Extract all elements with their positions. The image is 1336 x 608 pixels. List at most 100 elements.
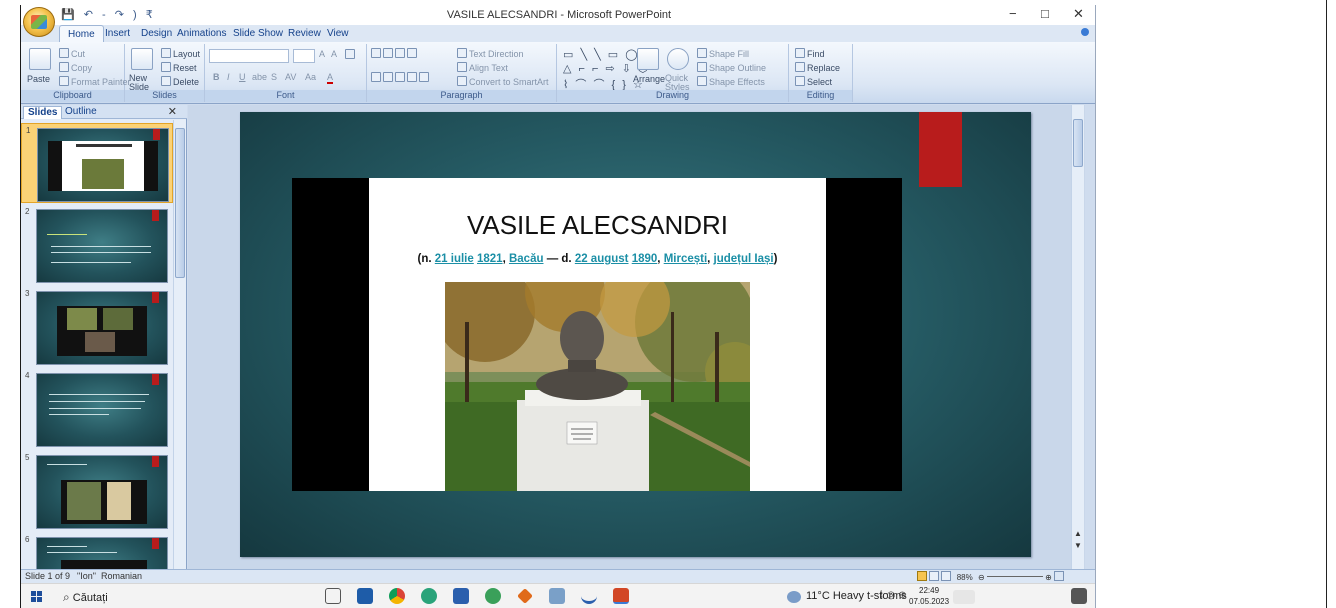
link-death-year[interactable]: 1890 bbox=[632, 253, 658, 265]
format-painter-button[interactable]: Format Painter bbox=[59, 76, 131, 87]
slide-scrollbar[interactable]: ▲ ▼ bbox=[1071, 105, 1084, 569]
shrink-font-button[interactable]: A bbox=[331, 49, 337, 59]
arrange-button[interactable]: Arrange bbox=[633, 74, 665, 84]
align-text-button[interactable]: Align Text bbox=[457, 62, 508, 73]
layout-button[interactable]: Layout bbox=[161, 48, 200, 59]
slide-subtitle[interactable]: (n. 21 iulie 1821, Bacău — d. 22 august … bbox=[369, 253, 826, 265]
cut-button[interactable]: Cut bbox=[59, 48, 85, 59]
copy-button[interactable]: Copy bbox=[59, 62, 92, 73]
edge-icon[interactable] bbox=[485, 588, 501, 604]
select-button[interactable]: Select bbox=[795, 76, 832, 87]
file-explorer-icon[interactable] bbox=[549, 588, 565, 604]
tab-review[interactable]: Review bbox=[288, 28, 321, 39]
replace-button[interactable]: Replace bbox=[795, 62, 840, 73]
current-slide[interactable]: VASILE ALECSANDRI (n. 21 iulie 1821, Bac… bbox=[240, 112, 1031, 557]
chrome-icon[interactable] bbox=[389, 588, 405, 604]
slide-number: 1 bbox=[26, 126, 31, 135]
close-button[interactable]: ✕ bbox=[1073, 6, 1084, 22]
pane-scroll-thumb[interactable] bbox=[175, 128, 185, 278]
next-slide-icon[interactable]: ▼ bbox=[1074, 541, 1082, 550]
char-spacing-button[interactable]: AV bbox=[285, 72, 296, 82]
link-death-place[interactable]: Mircești bbox=[664, 253, 707, 265]
text-direction-button[interactable]: Text Direction bbox=[457, 48, 524, 59]
zoom-level[interactable]: 88% bbox=[957, 573, 973, 582]
find-button[interactable]: Find bbox=[795, 48, 825, 59]
bullets-icon[interactable] bbox=[371, 48, 419, 59]
zoom-out-icon[interactable]: ⊖ bbox=[978, 573, 985, 582]
meet-icon[interactable] bbox=[421, 588, 437, 604]
pane-scrollbar[interactable] bbox=[173, 120, 186, 569]
office-button[interactable] bbox=[23, 7, 55, 37]
slide-thumbnail-3[interactable]: 3 bbox=[21, 287, 173, 367]
weather-icon[interactable] bbox=[787, 591, 801, 603]
word-icon[interactable] bbox=[453, 588, 469, 604]
link-birth-year[interactable]: 1821 bbox=[477, 253, 503, 265]
sorter-view-icon[interactable] bbox=[929, 571, 940, 581]
normal-view-icon[interactable] bbox=[917, 571, 927, 581]
grow-font-button[interactable]: A bbox=[319, 49, 325, 59]
align-icons[interactable] bbox=[371, 72, 431, 83]
slideshow-view-icon[interactable] bbox=[941, 571, 952, 581]
paste-button[interactable]: Paste bbox=[27, 74, 50, 84]
shape-outline-button[interactable]: Shape Outline bbox=[697, 62, 766, 73]
arrange-icon bbox=[637, 48, 659, 70]
font-name-combo[interactable] bbox=[209, 49, 289, 63]
taskbar-search[interactable]: ⌕ Căutați bbox=[63, 587, 243, 606]
bust-photo[interactable] bbox=[445, 282, 750, 491]
notification-thumb[interactable] bbox=[953, 590, 975, 604]
italic-button[interactable]: I bbox=[227, 72, 230, 82]
strikethrough-button[interactable]: abe bbox=[252, 72, 267, 82]
link-county[interactable]: județul Iași bbox=[714, 253, 774, 265]
minimize-button[interactable]: − bbox=[1009, 6, 1017, 21]
slide-thumbnail-1[interactable]: 1 bbox=[21, 123, 173, 203]
tab-animations[interactable]: Animations bbox=[177, 28, 226, 39]
clock[interactable]: 22:49 07.05.2023 bbox=[909, 585, 949, 607]
system-tray-icons[interactable]: ⌇ ◎ ⊕ bbox=[879, 590, 907, 601]
prev-slide-icon[interactable]: ▲ bbox=[1074, 529, 1082, 538]
tab-view[interactable]: View bbox=[327, 28, 349, 39]
link-birth-date[interactable]: 21 iulie bbox=[435, 253, 474, 265]
tab-insert[interactable]: Insert bbox=[105, 28, 130, 39]
tab-design[interactable]: Design bbox=[141, 28, 172, 39]
font-size-combo[interactable] bbox=[293, 49, 315, 63]
slide-thumbnail-5[interactable]: 5 bbox=[21, 451, 173, 531]
phone-link-icon[interactable] bbox=[581, 588, 597, 604]
reset-button[interactable]: Reset bbox=[161, 62, 197, 73]
group-drawing: ▭ ╲ ╲ ▭ ◯ ▭ △ ⌐ ⌐ ⇨ ⇩ ⬡ ⌇ ⌒ ⌒ { } ☆ Arra… bbox=[557, 44, 789, 102]
tab-outline[interactable]: Outline bbox=[61, 106, 101, 119]
powerpoint-window: 💾 ↶ - ↷ ) ₹ VASILE ALECSANDRI - Microsof… bbox=[20, 5, 1096, 608]
convert-smartart-button[interactable]: Convert to SmartArt bbox=[457, 76, 549, 87]
shadow-button[interactable]: S bbox=[271, 72, 277, 82]
notifications-icon[interactable] bbox=[1071, 588, 1087, 604]
font-color-button[interactable]: A bbox=[327, 72, 334, 84]
mail-icon[interactable] bbox=[357, 588, 373, 604]
tab-slides[interactable]: Slides bbox=[23, 106, 63, 119]
language[interactable]: Romanian bbox=[101, 571, 142, 581]
help-icon[interactable] bbox=[1081, 28, 1089, 36]
link-birth-place[interactable]: Bacău bbox=[509, 253, 544, 265]
zoom-in-icon[interactable]: ⊕ bbox=[1045, 573, 1052, 582]
close-pane-button[interactable]: ✕ bbox=[168, 105, 177, 118]
powerpoint-taskbar-icon[interactable] bbox=[613, 588, 629, 604]
clear-format-icon[interactable] bbox=[345, 49, 357, 60]
windows-start-icon[interactable] bbox=[31, 591, 42, 602]
slide-thumbnail-2[interactable]: 2 bbox=[21, 205, 173, 285]
bold-button[interactable]: B bbox=[213, 72, 220, 82]
change-case-button[interactable]: Aa bbox=[305, 72, 316, 82]
shape-effects-button[interactable]: Shape Effects bbox=[697, 76, 765, 87]
tab-slide-show[interactable]: Slide Show bbox=[233, 28, 283, 39]
delete-button[interactable]: Delete bbox=[161, 76, 199, 87]
office-app-icon[interactable] bbox=[517, 588, 533, 604]
link-death-date[interactable]: 22 august bbox=[575, 253, 629, 265]
fit-window-icon[interactable] bbox=[1054, 571, 1065, 581]
slide-title[interactable]: VASILE ALECSANDRI bbox=[369, 210, 826, 241]
shape-fill-button[interactable]: Shape Fill bbox=[697, 48, 749, 59]
quick-styles-icon bbox=[667, 48, 689, 70]
slide-thumbnail-6[interactable]: 6 bbox=[21, 533, 173, 569]
zoom-slider[interactable] bbox=[986, 576, 1043, 577]
slide-thumbnail-4[interactable]: 4 bbox=[21, 369, 173, 449]
slide-scroll-thumb[interactable] bbox=[1073, 119, 1083, 167]
task-view-icon[interactable] bbox=[325, 588, 341, 604]
underline-button[interactable]: U bbox=[239, 72, 246, 82]
restore-button[interactable]: □ bbox=[1041, 6, 1049, 21]
